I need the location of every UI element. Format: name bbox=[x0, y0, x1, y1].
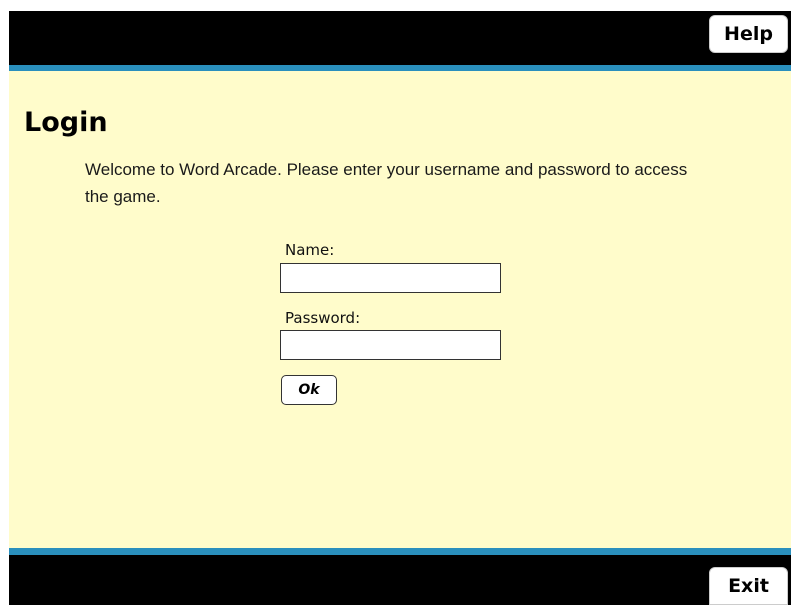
welcome-text: Welcome to Word Arcade. Please enter you… bbox=[85, 160, 688, 206]
ok-button[interactable]: Ok bbox=[281, 375, 337, 405]
name-label: Name: bbox=[285, 241, 335, 259]
page-title: Login bbox=[24, 107, 108, 138]
exit-button[interactable]: Exit bbox=[709, 567, 788, 605]
bottom-bar: Exit bbox=[9, 555, 791, 605]
name-input[interactable] bbox=[280, 263, 501, 293]
password-input[interactable] bbox=[280, 330, 501, 360]
password-label: Password: bbox=[285, 309, 361, 327]
top-bar: Help bbox=[9, 11, 791, 65]
bottom-accent-stripe bbox=[9, 548, 791, 555]
login-panel: Login Welcome to Word Arcade. Please ent… bbox=[9, 71, 791, 548]
app-frame: Help Login Welcome to Word Arcade. Pleas… bbox=[9, 11, 791, 605]
help-button[interactable]: Help bbox=[709, 15, 788, 53]
